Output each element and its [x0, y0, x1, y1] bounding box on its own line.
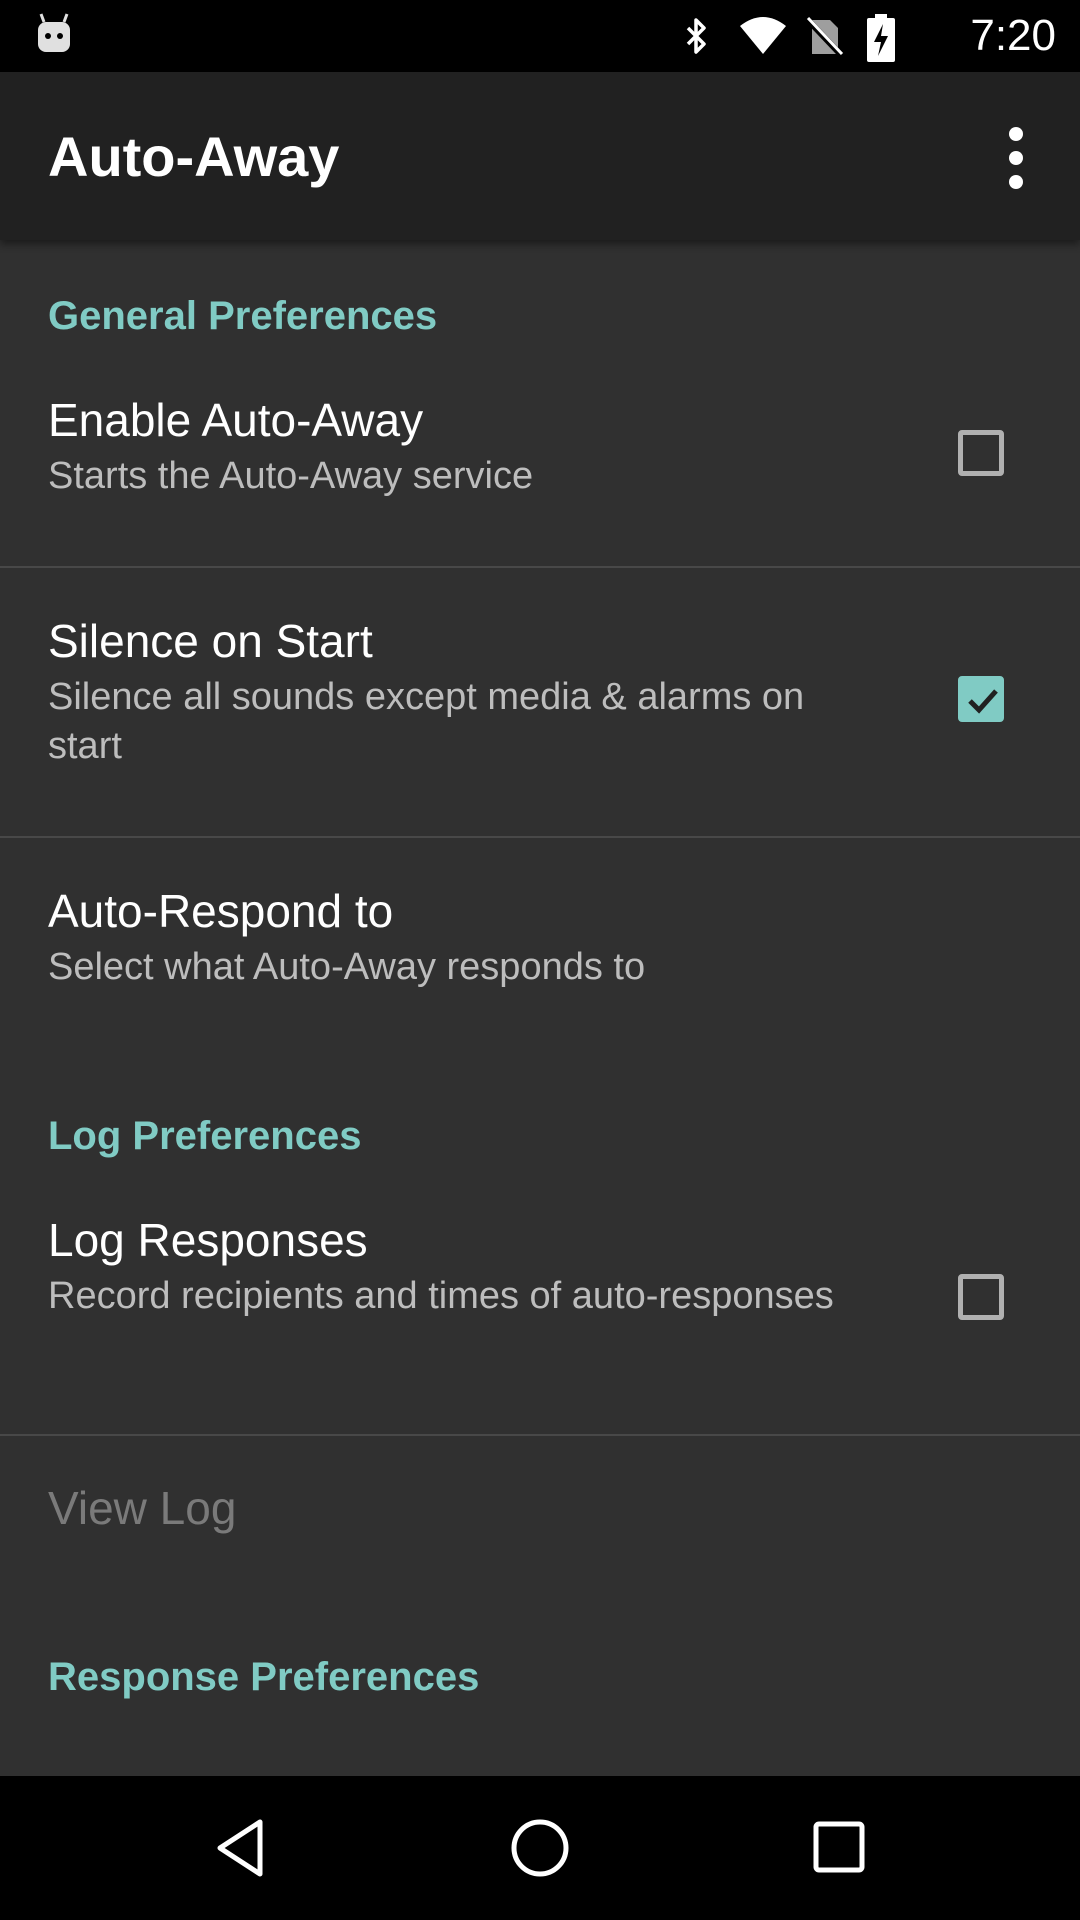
- back-icon[interactable]: [206, 1812, 278, 1884]
- divider: [0, 566, 1080, 568]
- wifi-icon: [738, 14, 786, 58]
- preference-list[interactable]: General Preferences Enable Auto-Away Sta…: [0, 240, 1080, 1776]
- clock: 7:20: [970, 11, 1056, 60]
- checkbox-enable-auto-away[interactable]: [958, 430, 1004, 476]
- battery-charging-icon: [866, 14, 910, 62]
- pref-summary: Starts the Auto-Away service: [48, 455, 534, 497]
- pref-title: Enable Auto-Away: [48, 394, 424, 446]
- divider: [0, 836, 1080, 838]
- status-bar: 7:20: [0, 0, 1080, 72]
- pref-log-responses[interactable]: Log Responses Record recipients and time…: [0, 1212, 1080, 1372]
- check-icon: [968, 689, 998, 714]
- app-bar: Auto-Away: [0, 72, 1080, 240]
- pref-silence-on-start[interactable]: Silence on Start Silence all sounds exce…: [0, 613, 1080, 773]
- pref-view-log: View Log: [0, 1480, 1080, 1560]
- page-title: Auto-Away: [48, 125, 340, 188]
- pref-summary: Select what Auto-Away responds to: [48, 946, 646, 988]
- checkbox-silence-on-start[interactable]: [958, 676, 1004, 722]
- category-log-preferences: Log Preferences: [48, 1114, 362, 1158]
- navigation-bar: [0, 1776, 1080, 1920]
- recents-icon[interactable]: [804, 1812, 876, 1884]
- pref-title: Log Responses: [48, 1214, 368, 1266]
- pref-summary: Record recipients and times of auto-resp…: [48, 1275, 834, 1317]
- android-icon: [34, 12, 74, 56]
- bluetooth-icon: [674, 14, 718, 58]
- home-icon[interactable]: [504, 1812, 576, 1884]
- pref-enable-auto-away[interactable]: Enable Auto-Away Starts the Auto-Away se…: [0, 392, 1080, 504]
- pref-title: Auto-Respond to: [48, 885, 394, 937]
- pref-title: Silence on Start: [48, 615, 373, 667]
- category-general-preferences: General Preferences: [48, 294, 438, 338]
- category-response-preferences: Response Preferences: [48, 1655, 480, 1699]
- pref-auto-respond-to[interactable]: Auto-Respond to Select what Auto-Away re…: [0, 883, 1080, 995]
- no-sim-icon: [802, 14, 846, 59]
- divider: [0, 1434, 1080, 1436]
- pref-title: View Log: [48, 1482, 237, 1534]
- more-vert-icon[interactable]: [982, 112, 1050, 204]
- pref-summary: Silence all sounds except media & alarms…: [48, 676, 805, 767]
- checkbox-log-responses[interactable]: [958, 1274, 1004, 1320]
